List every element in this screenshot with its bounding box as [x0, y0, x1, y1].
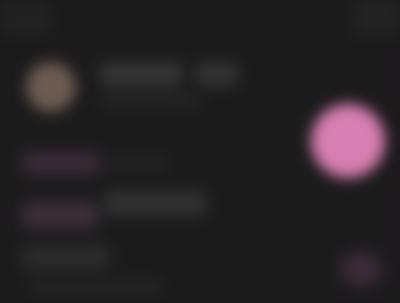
- list-item-detail: [104, 190, 206, 216]
- app-screen: [0, 0, 400, 303]
- top-left-control[interactable]: [0, 0, 50, 34]
- list-item-detail: [106, 156, 166, 170]
- title-secondary-placeholder: [196, 62, 238, 86]
- primary-action-button[interactable]: [311, 104, 385, 178]
- subtitle-placeholder: [100, 94, 200, 106]
- list-item[interactable]: [22, 244, 110, 270]
- list-item-detail: [30, 280, 162, 296]
- top-right-control[interactable]: [354, 0, 400, 34]
- list-item[interactable]: [22, 202, 98, 228]
- list-item[interactable]: [22, 152, 100, 174]
- secondary-action-button[interactable]: [340, 252, 382, 286]
- title-placeholder: [100, 62, 182, 86]
- profile-avatar-icon[interactable]: [26, 62, 76, 112]
